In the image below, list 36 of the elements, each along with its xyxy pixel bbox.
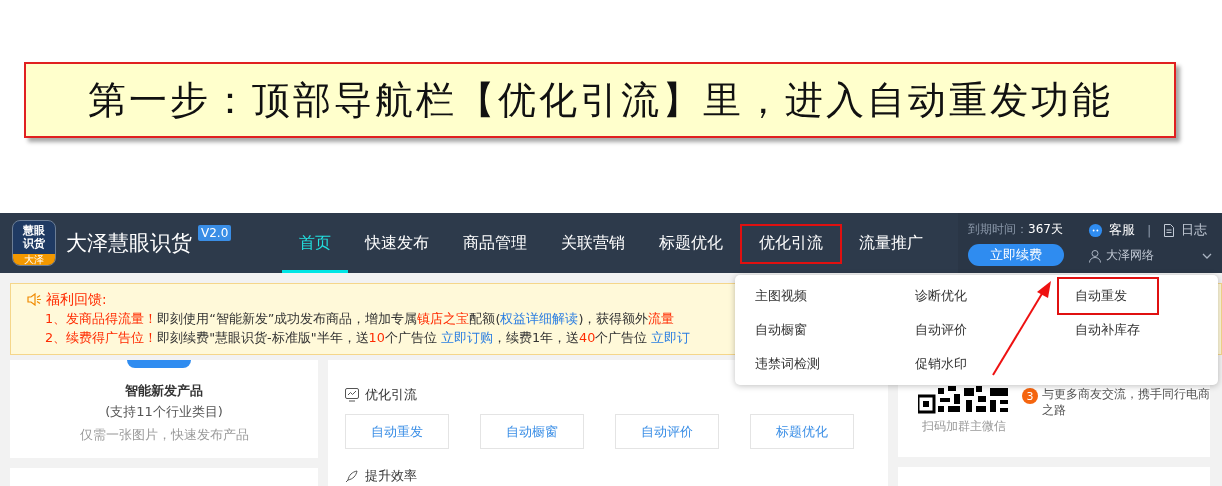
tool-button[interactable]: 自动重发 — [345, 414, 449, 449]
document-icon — [1163, 223, 1176, 237]
app-logo: 慧眼 识货 大泽 — [12, 220, 56, 266]
nav-tab[interactable]: 关联营销 — [544, 213, 642, 273]
log-link[interactable]: 日志 — [1181, 221, 1208, 239]
qr-caption: 扫码加群主微信 — [922, 418, 1006, 435]
tool-button[interactable]: 自动评价 — [615, 414, 719, 449]
menu-item[interactable]: 自动重发 — [1057, 277, 1159, 315]
version-badge: V2.0 — [198, 225, 232, 241]
chat-bubble-icon — [1088, 222, 1103, 238]
caption-banner: 第一步：顶部导航栏【优化引流】里，进入自动重发功能 — [24, 62, 1176, 138]
notice-line: 2、续费得广告位！即刻续费"慧眼识货-标准版"半年，送10个广告位 立即订购，续费1年，送40个广告位 立即订 — [45, 329, 691, 347]
notice-title: 福利回馈: — [46, 290, 107, 309]
user-icon — [1088, 248, 1102, 263]
tool-button[interactable]: 标题优化 — [750, 414, 854, 449]
nav-tab[interactable]: 商品管理 — [446, 213, 544, 273]
notice-line: 1、发商品得流量！即刻使用“智能新发”成功发布商品，增加专属镇店之宝配额(权益详细解读)，获得额外流量 — [45, 310, 675, 328]
expiry-text: 到期时间：367天 — [968, 221, 1064, 238]
separator-text: | — [1147, 222, 1152, 238]
service-link[interactable]: 客服 — [1109, 221, 1135, 239]
nav-tab[interactable]: 流量推广 — [842, 213, 940, 273]
speaker-icon — [27, 293, 42, 306]
chevron-down-icon[interactable] — [1202, 252, 1212, 259]
chart-icon — [345, 388, 359, 402]
nav-tab[interactable]: 快速发布 — [348, 213, 446, 273]
card-title: 智能新发产品 — [125, 382, 203, 400]
button[interactable] — [127, 360, 191, 368]
app-title: 大泽慧眼识货 — [66, 230, 192, 257]
account-name[interactable]: 大泽网络 — [1106, 247, 1154, 264]
community-text: 与更多商友交流，携手同行电商之路 — [1042, 386, 1211, 418]
nav-tab[interactable]: 标题优化 — [642, 213, 740, 273]
card-subtitle: (支持11个行业类目) — [105, 403, 223, 421]
section-title: 优化引流 — [365, 386, 417, 404]
tool-button[interactable]: 自动橱窗 — [480, 414, 584, 449]
section-title: 提升效率 — [365, 467, 417, 485]
step-badge: 3 — [1022, 388, 1038, 404]
